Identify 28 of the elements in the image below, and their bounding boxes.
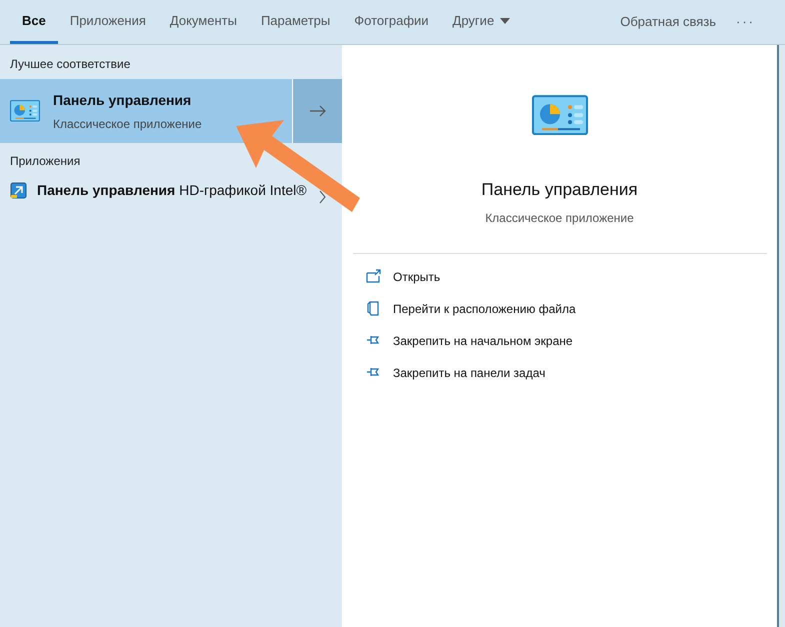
action-item[interactable]: Перейти к расположению файла <box>366 298 777 320</box>
best-match-item[interactable]: Панель управления Классическое приложение <box>0 79 293 143</box>
arrow-icon <box>310 105 326 117</box>
action-item[interactable]: Закрепить на начальном экране <box>366 330 777 352</box>
tab[interactable]: Другие <box>440 0 522 44</box>
detail-title: Панель управления <box>481 179 638 202</box>
item-subtitle: Классическое приложение <box>53 116 202 132</box>
open-arrow-button[interactable] <box>293 79 342 143</box>
control-panel-icon <box>532 95 588 136</box>
folder-icon <box>366 301 381 316</box>
action-item[interactable]: Закрепить на панели задач <box>366 362 777 384</box>
item-title: Панель управления <box>53 90 192 110</box>
app-result-item[interactable]: Панель управления HD-графикой Intel® <box>37 180 319 200</box>
caret-icon <box>500 18 510 24</box>
section-heading: Приложения <box>9 153 82 170</box>
graphics-settings-icon <box>10 182 27 199</box>
action-item[interactable]: Открыть <box>366 266 777 288</box>
tab[interactable]: Приложения <box>58 0 158 44</box>
section-heading: Лучшее соответствие <box>9 56 132 73</box>
tab[interactable]: Фотографии <box>342 0 441 44</box>
control-panel-icon <box>10 100 40 122</box>
more-button[interactable]: ··· <box>726 0 765 44</box>
feedback-link[interactable]: Обратная связь <box>610 0 726 44</box>
tab[interactable]: Параметры <box>248 0 342 44</box>
open-window-icon <box>366 269 381 284</box>
chevron-icon <box>319 190 326 204</box>
tab[interactable]: Документы <box>158 0 249 44</box>
detail-subtitle: Классическое приложение <box>485 210 634 227</box>
